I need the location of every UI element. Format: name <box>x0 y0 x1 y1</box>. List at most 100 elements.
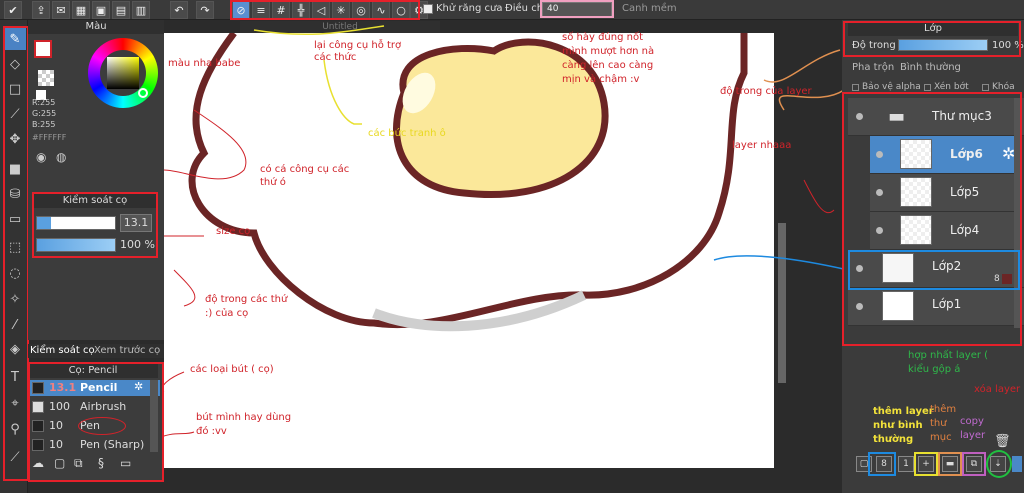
layer-row[interactable]: Lớp1 <box>848 288 1024 326</box>
select-rect-icon[interactable]: ⬚ <box>4 236 26 258</box>
brush-row[interactable]: 10 Pen (Sharp) <box>30 437 160 453</box>
pen-line-icon[interactable]: ⟋ <box>4 103 26 125</box>
layer-name: Lớp4 <box>950 223 980 237</box>
brush-control-panel: Kiểm soát cọ 13.1 100 % <box>28 190 164 340</box>
brush-opacity-slider[interactable] <box>36 238 116 252</box>
cross-snap-icon[interactable]: ╬ <box>292 1 310 19</box>
chat-icon[interactable]: ✉ <box>52 1 70 19</box>
layer-opacity-slider[interactable] <box>898 39 988 51</box>
protect-alpha-checkbox[interactable] <box>852 84 859 91</box>
parallel-snap-icon[interactable]: ≡ <box>252 1 270 19</box>
export-icon[interactable]: ⇪ <box>32 1 50 19</box>
brush-settings-icon[interactable]: ✲ <box>134 380 143 393</box>
brush-cloud-icon[interactable]: ☁ <box>32 456 44 470</box>
undo-icon[interactable]: ↶ <box>170 1 188 19</box>
select-eraser-icon[interactable]: ◈ <box>4 338 26 360</box>
hand-tool-icon[interactable]: ⟋ <box>4 446 26 468</box>
lock-checkbox[interactable] <box>982 84 989 91</box>
eyedropper-icon[interactable]: ⚲ <box>4 418 26 440</box>
grid-snap-icon[interactable]: # <box>272 1 290 19</box>
merge-layer-icon[interactable]: ⇣ <box>990 456 1006 472</box>
brush-size: 100 <box>49 400 70 413</box>
frame-icon[interactable]: ▥ <box>132 1 150 19</box>
operation-tool-icon[interactable]: ⌖ <box>4 392 26 414</box>
brush-name: Airbrush <box>80 400 127 413</box>
hue-handle-icon[interactable] <box>138 88 148 98</box>
visibility-icon[interactable] <box>856 265 863 272</box>
brush-list-scrollbar[interactable] <box>150 380 158 452</box>
layer-row-folder[interactable]: ▬ Thư mục3 <box>848 98 1024 136</box>
tab-brush-preview[interactable]: Xem trước cọ <box>94 345 160 356</box>
new-folder-icon[interactable]: ▬ <box>942 456 958 472</box>
curve-snap-icon[interactable]: ∿ <box>372 1 390 19</box>
delete-layer-icon[interactable]: 🗑 <box>994 434 1011 449</box>
new-layer-icon[interactable]: ▢ <box>856 456 872 472</box>
fill-rect-icon[interactable]: ■ <box>4 158 26 180</box>
layer-thumbnail <box>900 215 932 245</box>
tool-strip: ✎ ◇ □ ⟋ ✥ ■ ⛁ ▭ ⬚ ◌ ✧ ⁄ ◈ T ⌖ ⚲ ⟋ <box>0 20 28 493</box>
copy-layer-icon[interactable]: ⧉ <box>966 456 982 472</box>
eraser-tool-icon[interactable]: ◇ <box>4 53 26 75</box>
grid-icon[interactable]: ▦ <box>72 1 90 19</box>
blend-value[interactable]: Bình thường <box>900 62 961 73</box>
brush-opacity-value: 100 % <box>120 238 155 251</box>
brush-row[interactable]: 13.1 Pencil ✲ <box>30 380 160 396</box>
layer-row[interactable]: Lớp2 8 <box>848 250 1024 288</box>
layer-scrollbar[interactable] <box>1014 98 1022 328</box>
folder-icon: ▬ <box>888 106 906 127</box>
radial-snap-icon[interactable]: ✳ <box>332 1 350 19</box>
text-tool-icon[interactable]: T <box>4 366 26 388</box>
palette-icon[interactable]: ◉ <box>36 150 54 166</box>
layer-row[interactable]: Lớp5 <box>870 174 1022 212</box>
note-layer: layer nhaaa <box>732 140 792 151</box>
color-panel: Màu R:255 G:255 B:255 #FFFFFF ◉ ◍ <box>28 20 164 190</box>
clip-checkbox[interactable] <box>924 84 931 91</box>
bucket-tool-icon[interactable]: ⛁ <box>4 183 26 205</box>
layer-row-selected[interactable]: Lớp6 ✲ <box>870 136 1022 174</box>
rect-tool-icon[interactable]: □ <box>4 78 26 100</box>
redo-icon[interactable]: ↷ <box>196 1 214 19</box>
lasso-tool-icon[interactable]: ◌ <box>4 262 26 284</box>
layout-icon[interactable]: ▤ <box>112 1 130 19</box>
new-1bit-layer-icon[interactable]: 1 <box>898 456 914 472</box>
image-icon[interactable]: ▣ <box>92 1 110 19</box>
color-b: B:255 <box>32 120 56 129</box>
move-tool-icon[interactable]: ✥ <box>4 128 26 150</box>
ellipse-snap-icon[interactable]: ○ <box>392 1 410 19</box>
layer-thumbnail <box>882 253 914 283</box>
adjust-field[interactable]: 40 <box>542 2 612 17</box>
visibility-icon[interactable] <box>876 189 883 196</box>
gradient-tool-icon[interactable]: ▭ <box>4 208 26 230</box>
visibility-icon[interactable] <box>856 303 863 310</box>
new-brush-icon[interactable]: ▢ <box>54 456 65 470</box>
circle-snap-icon[interactable]: ◎ <box>352 1 370 19</box>
color-panel-title: Màu <box>28 20 164 34</box>
palette-alt-icon[interactable]: ◍ <box>56 150 74 166</box>
brush-size-field[interactable]: 13.1 <box>120 214 152 232</box>
perspective-snap-icon[interactable]: ◁ <box>312 1 330 19</box>
copy-brush-icon[interactable]: ⧉ <box>74 456 83 471</box>
layer-row[interactable]: Lớp4 <box>870 212 1022 250</box>
antialias-checkbox[interactable] <box>423 4 433 14</box>
layer-more-button[interactable] <box>1012 456 1022 472</box>
brush-tool-icon[interactable]: ✎ <box>4 28 26 50</box>
saturation-square[interactable] <box>107 57 139 89</box>
select-pen-icon[interactable]: ⁄ <box>4 314 26 336</box>
layer-name: Thư mục3 <box>932 109 992 123</box>
tab-brush-control[interactable]: Kiểm soát cọ <box>30 345 95 356</box>
magic-wand-icon[interactable]: ✧ <box>4 288 26 310</box>
note-merge-2: kiểu gộp á <box>908 364 961 375</box>
brush-size-slider[interactable] <box>36 216 116 230</box>
foreground-color-swatch[interactable] <box>34 40 52 58</box>
brush-folder-icon[interactable]: ▭ <box>120 456 131 470</box>
brush-row[interactable]: 100 Airbrush <box>30 399 160 415</box>
add-layer-icon[interactable]: + <box>918 456 934 472</box>
transparent-color-swatch[interactable] <box>38 70 54 86</box>
new-8bit-layer-icon[interactable]: 8 <box>876 456 892 472</box>
visibility-icon[interactable] <box>876 151 883 158</box>
no-snap-icon[interactable]: ⊘ <box>232 1 250 19</box>
hue-wheel[interactable] <box>88 38 158 108</box>
brush-script-icon[interactable]: § <box>98 456 104 470</box>
visibility-icon[interactable] <box>876 227 883 234</box>
visibility-icon[interactable] <box>856 113 863 120</box>
